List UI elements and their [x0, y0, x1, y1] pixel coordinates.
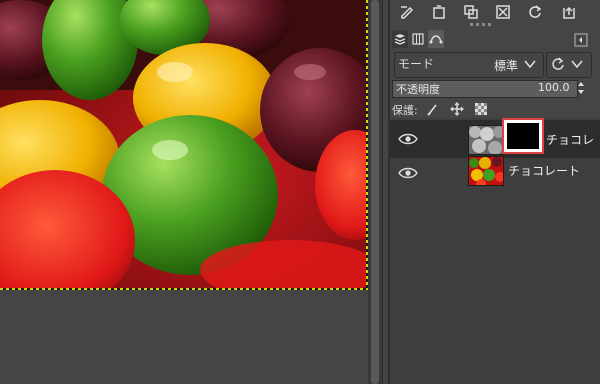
- canvas-scrollbar-thumb[interactable]: [371, 0, 379, 384]
- dock-grip-handle[interactable]: [470, 23, 491, 26]
- refresh-icon[interactable]: [524, 2, 546, 22]
- reset-icon: [552, 57, 564, 70]
- opacity-label: 不透明度: [396, 83, 440, 96]
- chevron-down-icon: [571, 60, 583, 69]
- canvas-boundary-bottom: [0, 288, 368, 290]
- layer-list: チョコレ チョコレート: [390, 118, 600, 384]
- layer-thumbnail[interactable]: [468, 156, 504, 186]
- visibility-eye-icon[interactable]: [398, 132, 418, 146]
- mode-value: 標準: [494, 59, 519, 73]
- channels-tab[interactable]: [410, 30, 426, 48]
- lock-alpha-icon[interactable]: [474, 102, 488, 116]
- layer-mask-thumbnail[interactable]: [502, 118, 544, 154]
- layer-name[interactable]: チョコレ: [546, 131, 594, 148]
- panel-menu-icon[interactable]: [574, 32, 588, 47]
- layer-row[interactable]: チョコレ: [390, 120, 600, 158]
- protect-label: 保護:: [392, 104, 418, 117]
- image-canvas[interactable]: [0, 0, 368, 384]
- edit-icon[interactable]: [396, 2, 418, 22]
- dock-tabs: [390, 30, 600, 48]
- layers-tab[interactable]: [392, 30, 408, 48]
- layer-row[interactable]: チョコレート: [390, 154, 600, 192]
- paths-tab[interactable]: [428, 30, 444, 48]
- opacity-value[interactable]: 100.0: [538, 81, 570, 94]
- duplicate-icon[interactable]: [460, 2, 482, 22]
- mode-label: モード: [398, 57, 435, 71]
- spin-arrows-icon[interactable]: [577, 80, 585, 96]
- visibility-eye-icon[interactable]: [398, 166, 418, 180]
- export-icon[interactable]: [558, 2, 580, 22]
- lock-pixels-icon[interactable]: [426, 102, 440, 116]
- layer-thumbnail[interactable]: [468, 125, 504, 155]
- delete-icon[interactable]: [492, 2, 514, 22]
- chevron-down-icon[interactable]: [524, 59, 536, 69]
- mode-reset-button[interactable]: [546, 52, 592, 78]
- layer-name[interactable]: チョコレート: [508, 162, 580, 179]
- candy-photo[interactable]: [0, 0, 368, 290]
- new-layer-icon[interactable]: [428, 2, 450, 22]
- lock-position-icon[interactable]: [450, 102, 464, 116]
